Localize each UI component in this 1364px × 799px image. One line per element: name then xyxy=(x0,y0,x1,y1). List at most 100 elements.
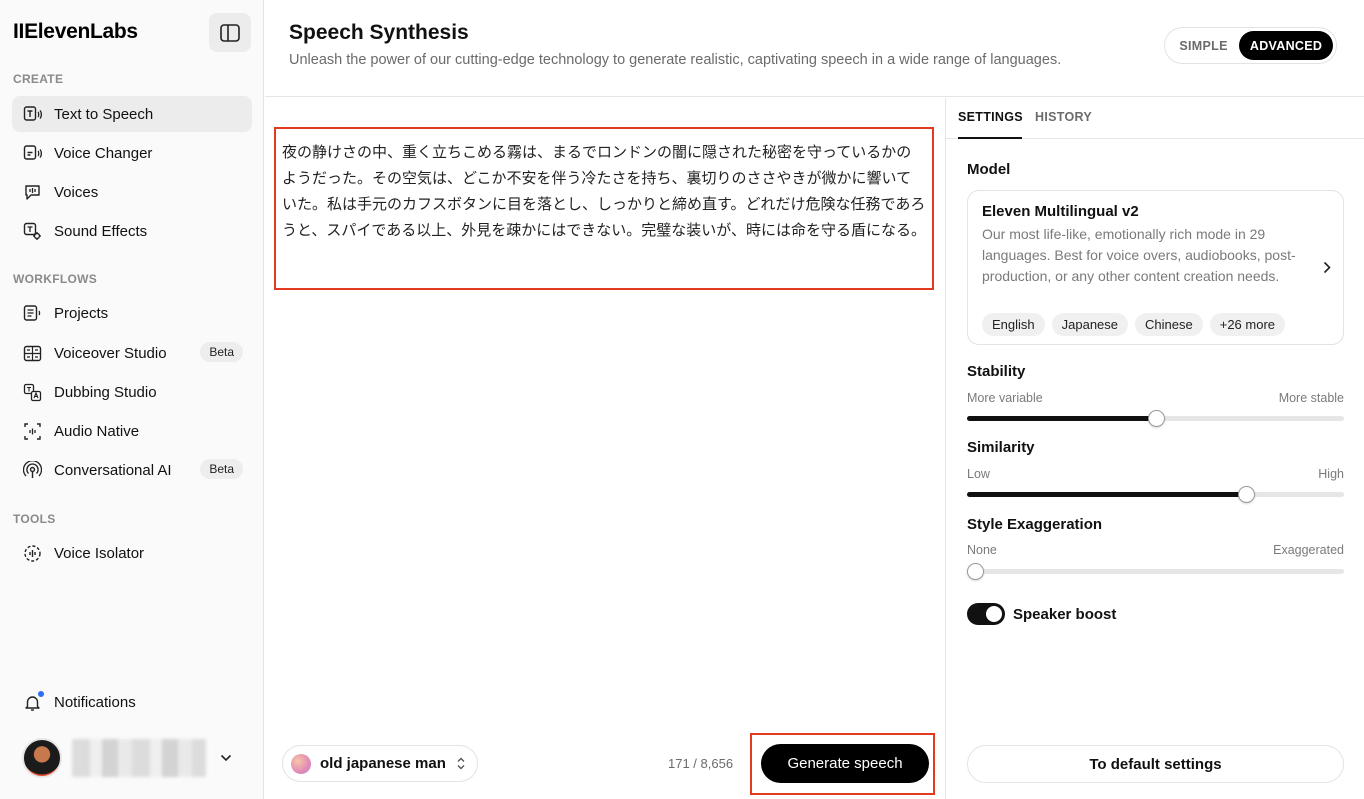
toggle-knob xyxy=(986,606,1002,622)
model-selector[interactable]: Eleven Multilingual v2 Our most life-lik… xyxy=(967,190,1344,345)
stability-slider[interactable] xyxy=(967,410,1344,427)
sidebar-item-label: Projects xyxy=(54,304,109,322)
dubbing-studio-icon xyxy=(23,383,42,402)
generate-highlight: Generate speech xyxy=(750,733,935,795)
page-title: Speech Synthesis xyxy=(289,21,469,44)
voice-avatar-icon xyxy=(291,753,311,774)
sidebar-item-text-to-speech[interactable]: Text to Speech xyxy=(12,96,252,132)
slider-fill xyxy=(967,492,1246,497)
sidebar-item-conversational-ai[interactable]: Conversational AI Beta xyxy=(12,452,252,488)
notifications-label: Notifications xyxy=(54,693,136,711)
avatar xyxy=(22,738,62,778)
model-label: Model xyxy=(967,161,1011,178)
generate-speech-button[interactable]: Generate speech xyxy=(761,744,929,783)
sidebar-item-label: Text to Speech xyxy=(54,105,154,123)
stability-min-label: More variable xyxy=(967,391,1043,405)
similarity-label: Similarity xyxy=(967,439,1035,456)
user-menu[interactable] xyxy=(22,736,248,780)
settings-panel: SETTINGS HISTORY Model Eleven Multilingu… xyxy=(945,98,1364,799)
voiceover-studio-icon xyxy=(23,344,42,363)
style-min-label: None xyxy=(967,543,997,557)
language-chip: Japanese xyxy=(1051,313,1129,336)
app-logo[interactable]: IIElevenLabs xyxy=(13,20,138,44)
editor-area: 夜の静けさの中、重く立ちこめる霧は、まるでロンドンの闇に隠された秘密を守っている… xyxy=(265,98,944,799)
stability-max-label: More stable xyxy=(1278,391,1344,405)
sidebar-item-label: Audio Native xyxy=(54,422,140,440)
text-to-speech-icon xyxy=(23,105,42,124)
user-name-redacted xyxy=(72,739,206,777)
active-tab-indicator xyxy=(958,137,1022,139)
beta-badge: Beta xyxy=(200,459,243,479)
notification-dot xyxy=(38,690,44,697)
voice-name: old japanese man xyxy=(320,755,446,772)
sound-effects-icon xyxy=(23,222,42,241)
section-tools: TOOLS xyxy=(13,512,56,526)
sidebar-item-sound-effects[interactable]: Sound Effects xyxy=(12,213,252,249)
sidebar-item-voice-isolator[interactable]: Voice Isolator xyxy=(12,535,252,571)
sidebar-item-voiceover-studio[interactable]: Voiceover Studio Beta xyxy=(12,335,252,371)
mode-simple-button[interactable]: SIMPLE xyxy=(1168,31,1239,60)
page-header: Speech Synthesis Unleash the power of ou… xyxy=(265,0,1364,97)
style-exaggeration-slider[interactable] xyxy=(966,563,1344,580)
style-exaggeration-label: Style Exaggeration xyxy=(967,516,1103,533)
slider-thumb[interactable] xyxy=(1147,410,1165,427)
bell-icon xyxy=(23,690,44,712)
similarity-slider[interactable] xyxy=(967,486,1344,503)
tab-history[interactable]: HISTORY xyxy=(1035,110,1092,124)
language-chip: English xyxy=(982,313,1045,336)
settings-tabs: SETTINGS HISTORY xyxy=(946,98,1364,139)
slider-thumb[interactable] xyxy=(966,563,984,580)
similarity-min-label: Low xyxy=(967,467,990,481)
default-settings-button[interactable]: To default settings xyxy=(967,745,1344,783)
voices-icon xyxy=(23,183,42,202)
conversational-ai-icon xyxy=(23,460,42,480)
slider-fill xyxy=(967,416,1156,421)
sidebar-item-audio-native[interactable]: Audio Native xyxy=(12,413,252,449)
text-input[interactable]: 夜の静けさの中、重く立ちこめる霧は、まるでロンドンの闇に隠された秘密を守っている… xyxy=(274,127,934,290)
sidebar-item-label: Voice Isolator xyxy=(54,544,145,562)
sidebar-item-label: Voice Changer xyxy=(54,144,153,162)
beta-badge: Beta xyxy=(200,342,243,362)
chevron-up-down-icon xyxy=(457,757,465,770)
sidebar-notifications[interactable]: Notifications xyxy=(12,684,252,720)
language-chips: English Japanese Chinese +26 more xyxy=(982,313,1286,336)
mode-toggle: SIMPLE ADVANCED xyxy=(1164,27,1337,64)
page-subtitle: Unleash the power of our cutting-edge te… xyxy=(289,52,1062,68)
sidebar-item-label: Dubbing Studio xyxy=(54,383,157,401)
sidebar-item-label: Conversational AI xyxy=(54,461,172,479)
slider-thumb[interactable] xyxy=(1237,486,1255,503)
model-name: Eleven Multilingual v2 xyxy=(982,203,1139,220)
voice-changer-icon xyxy=(23,144,42,163)
speaker-boost-toggle[interactable] xyxy=(967,603,1005,625)
projects-icon xyxy=(23,304,42,323)
tab-settings[interactable]: SETTINGS xyxy=(958,110,1023,124)
audio-native-icon xyxy=(23,422,42,441)
sidebar-item-label: Voices xyxy=(54,183,99,201)
style-max-label: Exaggerated xyxy=(1273,543,1344,557)
voice-isolator-icon xyxy=(23,544,42,563)
mode-advanced-button[interactable]: ADVANCED xyxy=(1239,31,1333,60)
voice-select[interactable]: old japanese man xyxy=(282,745,478,782)
speaker-boost-row: Speaker boost xyxy=(967,603,1116,625)
sidebar-collapse-button[interactable] xyxy=(209,13,251,52)
more-languages-chip: +26 more xyxy=(1209,313,1286,336)
speaker-boost-label: Speaker boost xyxy=(1013,605,1117,623)
sidebar-item-projects[interactable]: Projects xyxy=(12,295,252,331)
sidebar-item-label: Voiceover Studio xyxy=(54,344,167,362)
model-description: Our most life-like, emotionally rich mod… xyxy=(982,226,1296,284)
sidebar-toggle-icon xyxy=(220,23,240,42)
section-workflows: WORKFLOWS xyxy=(13,272,98,286)
similarity-max-label: High xyxy=(1318,467,1344,481)
chevron-right-icon xyxy=(1323,261,1331,274)
stability-label: Stability xyxy=(967,363,1026,380)
sidebar-item-label: Sound Effects xyxy=(54,222,148,240)
section-create: CREATE xyxy=(13,72,64,86)
stability-range-labels: More variable More stable xyxy=(967,391,1344,405)
sidebar-item-voices[interactable]: Voices xyxy=(12,174,252,210)
sidebar: IIElevenLabs CREATE Text to Speech Voice… xyxy=(0,0,264,799)
language-chip: Chinese xyxy=(1135,313,1203,336)
sidebar-item-dubbing-studio[interactable]: Dubbing Studio xyxy=(12,374,252,410)
sidebar-item-voice-changer[interactable]: Voice Changer xyxy=(12,135,252,171)
style-range-labels: None Exaggerated xyxy=(967,543,1344,557)
similarity-range-labels: Low High xyxy=(967,467,1344,481)
